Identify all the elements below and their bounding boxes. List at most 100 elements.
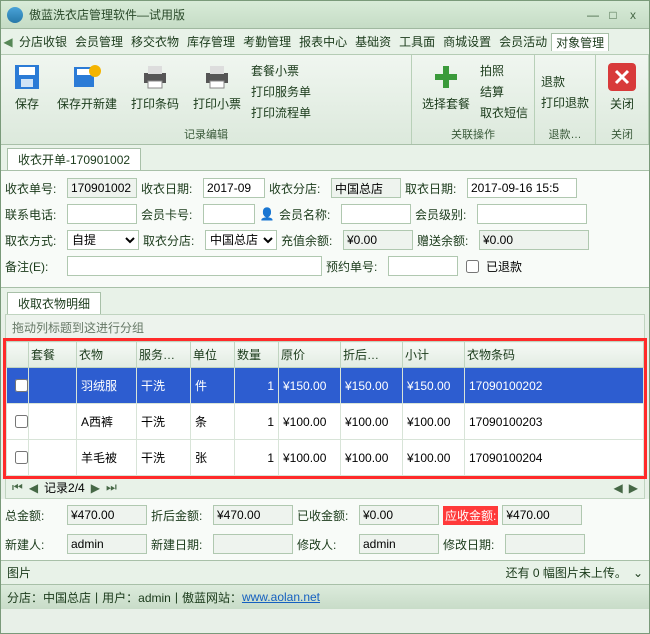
- total-label: 总金额:: [5, 507, 63, 524]
- menu-item[interactable]: 对象管理: [551, 33, 609, 51]
- level-field[interactable]: [477, 204, 587, 224]
- table-row[interactable]: A西裤干洗条1¥100.00¥100.00¥100.0017090100203: [7, 404, 644, 440]
- plus-icon: [430, 61, 462, 93]
- app-title: 傲蓝洗衣店管理软件—试用版: [29, 6, 583, 23]
- save-button[interactable]: 保存: [7, 59, 47, 124]
- package-print-group[interactable]: 套餐小票 打印服务单 打印流程单: [251, 59, 311, 124]
- pickup-way-label: 取衣方式:: [5, 232, 63, 249]
- column-header[interactable]: 套餐: [29, 342, 77, 368]
- member-label: 会员名称:: [279, 206, 337, 223]
- column-header[interactable]: 服务…: [137, 342, 191, 368]
- group-by-hint[interactable]: 拖动列标题到这进行分组: [5, 314, 645, 340]
- table-row[interactable]: 羽绒服干洗件1¥150.00¥150.00¥150.0017090100202: [7, 368, 644, 404]
- reserve-field[interactable]: [388, 256, 458, 276]
- card-lookup-icon[interactable]: 👤: [259, 207, 275, 221]
- pager-last-icon[interactable]: ⏭: [106, 480, 117, 495]
- scroll-left-icon[interactable]: ◀: [614, 481, 623, 495]
- menu-item[interactable]: 基础资: [351, 33, 395, 51]
- save-new-icon: [71, 61, 103, 93]
- save-new-button[interactable]: 保存开新建: [53, 59, 121, 124]
- column-header[interactable]: 小计: [403, 342, 465, 368]
- modifier-field: [359, 534, 439, 554]
- tab-clothes-detail[interactable]: 收取衣物明细: [7, 292, 101, 314]
- column-header[interactable]: [7, 342, 29, 368]
- pickup-way-select[interactable]: 自提: [67, 230, 139, 250]
- card-field[interactable]: [203, 204, 255, 224]
- total-field: [67, 505, 147, 525]
- status-bar: 分店：中国总店 | 用户：admin | 傲蓝网站： www.aolan.net: [1, 585, 649, 609]
- menu-item[interactable]: 报表中心: [295, 33, 351, 51]
- menu-item[interactable]: 工具面: [395, 33, 439, 51]
- menu-item[interactable]: 会员活动: [495, 33, 551, 51]
- menu-item[interactable]: 库存管理: [183, 33, 239, 51]
- after-label: 折后金额:: [151, 507, 209, 524]
- menu-item[interactable]: 商城设置: [439, 33, 495, 51]
- maximize-button[interactable]: □: [603, 8, 623, 22]
- column-header[interactable]: 原价: [279, 342, 341, 368]
- close-icon: [606, 61, 638, 93]
- title-bar: 傲蓝洗衣店管理软件—试用版 — □ x: [1, 1, 649, 29]
- pager-first-icon[interactable]: ⏮: [12, 480, 23, 495]
- status-user: 用户：admin: [102, 589, 171, 606]
- order-date-field[interactable]: [203, 178, 265, 198]
- detail-tabs: 收取衣物明细: [1, 288, 649, 314]
- tab-order[interactable]: 收衣开单-170901002: [7, 148, 141, 170]
- photo-settle-group[interactable]: 拍照 结算 取衣短信: [480, 59, 528, 124]
- close-window-button[interactable]: x: [623, 8, 643, 22]
- member-field[interactable]: [341, 204, 411, 224]
- menu-scroll-left-icon[interactable]: ◀: [1, 35, 15, 49]
- image-panel-title: 图片: [7, 564, 31, 581]
- close-button[interactable]: 关闭: [602, 59, 642, 124]
- status-site-label: 傲蓝网站：: [182, 589, 242, 606]
- menu-item[interactable]: 分店收银: [15, 33, 71, 51]
- menu-item[interactable]: 会员管理: [71, 33, 127, 51]
- bonus-label: 赠送余额:: [417, 232, 475, 249]
- menu-item[interactable]: 移交衣物: [127, 33, 183, 51]
- table-row[interactable]: 羊毛被干洗张1¥100.00¥100.00¥100.0017090100204: [7, 440, 644, 476]
- select-package-button[interactable]: 选择套餐: [418, 59, 474, 124]
- column-header[interactable]: 单位: [191, 342, 235, 368]
- pickup-date-field[interactable]: [467, 178, 577, 198]
- order-no-field[interactable]: [67, 178, 137, 198]
- column-header[interactable]: 折后…: [341, 342, 403, 368]
- ribbon-group-edit-caption: 记录编辑: [7, 124, 405, 144]
- refunded-label: 已退款: [486, 258, 522, 275]
- order-no-label: 收衣单号:: [5, 180, 63, 197]
- collapse-icon[interactable]: ⌄: [633, 566, 643, 580]
- menu-item[interactable]: 考勤管理: [239, 33, 295, 51]
- card-label: 会员卡号:: [141, 206, 199, 223]
- remark-field[interactable]: [67, 256, 322, 276]
- status-branch: 分店：中国总店: [7, 589, 91, 606]
- scroll-right-icon[interactable]: ▶: [629, 481, 638, 495]
- column-header[interactable]: 衣物: [77, 342, 137, 368]
- image-panel-header[interactable]: 图片 还有 0 幅图片未上传。 ⌄: [1, 561, 649, 585]
- print-barcode-button[interactable]: 打印条码: [127, 59, 183, 124]
- row-checkbox[interactable]: [15, 451, 28, 464]
- print-ticket-button[interactable]: 打印小票: [189, 59, 245, 124]
- column-header[interactable]: 数量: [235, 342, 279, 368]
- pager-prev-icon[interactable]: ◀: [29, 481, 38, 495]
- recharge-label: 充值余额:: [281, 232, 339, 249]
- totals-panel: 总金额: 折后金额: 已收金额: 应收金额: 新建人: 新建日期: 修改人: 修…: [1, 499, 649, 561]
- row-checkbox[interactable]: [15, 415, 28, 428]
- image-upload-hint: 还有 0 幅图片未上传。: [506, 564, 627, 581]
- minimize-button[interactable]: —: [583, 8, 603, 22]
- pager-next-icon[interactable]: ▶: [91, 481, 100, 495]
- modify-date-label: 修改日期:: [443, 536, 501, 553]
- app-logo-icon: [7, 7, 23, 23]
- save-icon: [11, 61, 43, 93]
- pickup-branch-label: 取衣分店:: [143, 232, 201, 249]
- refunded-checkbox[interactable]: [466, 260, 479, 273]
- clothes-grid: 套餐衣物服务…单位数量原价折后…小计衣物条码 羽绒服干洗件1¥150.00¥15…: [5, 340, 645, 477]
- refund-group[interactable]: 退款 打印退款: [541, 59, 589, 124]
- row-checkbox[interactable]: [15, 379, 28, 392]
- branch-field[interactable]: [331, 178, 401, 198]
- pickup-branch-select[interactable]: 中国总店: [205, 230, 277, 250]
- document-tabs: 收衣开单-170901002: [1, 145, 649, 171]
- after-field: [213, 505, 293, 525]
- column-header[interactable]: 衣物条码: [465, 342, 644, 368]
- phone-field[interactable]: [67, 204, 137, 224]
- printer-icon: [201, 61, 233, 93]
- status-site-link[interactable]: www.aolan.net: [242, 590, 320, 604]
- printer-icon: [139, 61, 171, 93]
